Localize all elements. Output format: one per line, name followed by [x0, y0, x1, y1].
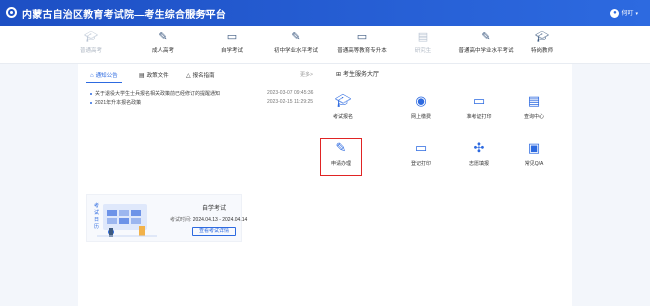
tab-guide[interactable]: △ 报名指南: [186, 71, 215, 79]
nav-item-label: 初中学业水平考试: [273, 48, 318, 54]
payment-icon: ◉: [415, 93, 427, 108]
graduation-cap-icon: 🎓︎: [334, 93, 352, 108]
service-label: 网上缴费: [410, 114, 431, 120]
graduation-cap-icon: 🎓︎: [84, 31, 98, 43]
exam-date: 考试时间: 2024.04.13 - 2024.04.14: [170, 216, 247, 223]
nav-item-label: 普通高考: [79, 48, 102, 54]
nav-item-label: 研究生: [414, 48, 432, 54]
logo-icon: [6, 7, 17, 18]
home-icon: ⌂: [178, 10, 183, 17]
more-link[interactable]: 更多>: [300, 71, 313, 78]
service-application[interactable]: ✎ 申请办理: [320, 138, 362, 176]
printer-icon: ▭: [472, 93, 486, 108]
nav-item-label: 特岗教师: [530, 48, 553, 54]
edit-icon: ✎: [291, 31, 301, 43]
nav-item-middle-school[interactable]: ✎ 初中学业水平考试: [261, 30, 331, 60]
exam-name: 自学考试: [202, 206, 227, 212]
notice-tabs: ⌂ 通知公告 ▤ 政策文件 △ 报名指南: [86, 68, 326, 82]
service-label: 准考证打印: [466, 114, 492, 120]
nav-item-special-teacher[interactable]: 🎓︎ 特岗教师: [507, 30, 577, 60]
service-label: 考试报名: [332, 114, 353, 120]
services-title-text: 考生服务大厅: [343, 72, 380, 78]
service-online-payment[interactable]: ◉ 网上缴费: [401, 92, 441, 128]
warning-icon: △: [186, 73, 191, 79]
top-bar: 内蒙古自治区教育考试院—考生综合服务平台 ⌂ 平台主页 ● 何叮 ▾: [0, 0, 650, 26]
exam-date-label: 考试时间:: [170, 217, 192, 223]
nav-item-label: 自学考试: [220, 48, 243, 54]
apps-icon: ✣: [473, 140, 485, 155]
tab-label: 报名指南: [192, 73, 215, 79]
news-item[interactable]: 2021年升本报名政策 2023-02-15 11:29:25: [90, 99, 350, 108]
document-icon: ▤: [139, 73, 145, 79]
service-query-center[interactable]: ▤ 查询中心: [514, 92, 554, 128]
chat-icon: ▣: [527, 140, 541, 155]
main-panel: ⌂ 通知公告 ▤ 政策文件 △ 报名指南 更多> 关于退役大学生士兵报名相关政策前已经…: [78, 64, 572, 306]
news-date: 2023-03-07 09:45:36: [267, 90, 314, 96]
graduation-cap-icon: 🎓︎: [535, 31, 549, 43]
user-name: 何叮: [621, 11, 634, 17]
tab-label: 政策文件: [146, 73, 169, 79]
active-tab-underline: [86, 82, 122, 83]
document-icon: ▤: [527, 93, 541, 108]
service-label: 志愿填报: [468, 161, 489, 167]
monitor-icon: ▭: [356, 31, 368, 43]
printer-icon: ▭: [414, 140, 428, 155]
service-label: 常见Q/A: [524, 161, 544, 167]
edit-icon: ✎: [158, 31, 168, 43]
service-registration-print[interactable]: ▭ 登记打印: [401, 139, 441, 175]
nav-item-self-study[interactable]: ▭ 自学考试: [197, 30, 267, 60]
view-exam-details-button[interactable]: 查看考试详情: [192, 227, 236, 236]
home-link[interactable]: ⌂ 平台主页: [178, 8, 208, 17]
service-label: 申请办理: [330, 161, 351, 167]
service-label: 查询中心: [523, 114, 544, 120]
bullet-icon: [90, 92, 92, 95]
user-menu[interactable]: ● 何叮 ▾: [610, 8, 638, 18]
chevron-down-icon: ▾: [635, 11, 638, 17]
document-icon: ▤: [417, 31, 429, 43]
monitor-icon: ▭: [226, 31, 238, 43]
home-link-label: 平台主页: [184, 11, 209, 17]
news-list: 关于退役大学生士兵报名相关政策前已经修订的提醒通知 2023-03-07 09:4…: [90, 90, 350, 108]
tab-notices[interactable]: ⌂ 通知公告: [90, 71, 118, 79]
service-volunteer-fill[interactable]: ✣ 志愿填报: [459, 139, 499, 175]
calendar-illustration-icon: [97, 204, 157, 237]
nav-item-upgrade[interactable]: ▭ 普通高等教育专升本: [327, 30, 397, 60]
tab-policies[interactable]: ▤ 政策文件: [139, 71, 169, 79]
service-label: 登记打印: [410, 161, 431, 167]
nav-item-postgraduate[interactable]: ▤ 研究生: [388, 30, 458, 60]
service-exam-registration[interactable]: 🎓︎ 考试报名: [323, 92, 363, 128]
nav-item-adult-exam[interactable]: ✎ 成人高考: [128, 30, 198, 60]
grid-icon: ⊞: [336, 72, 342, 78]
avatar-icon: ●: [610, 8, 620, 18]
services-title: ⊞ 考生服务大厅: [336, 69, 379, 78]
exam-date-value: 2024.04.13 - 2024.04.14: [192, 217, 248, 223]
nav-item-label: 成人高考: [151, 48, 174, 54]
news-title: 2021年升本报名政策: [95, 100, 142, 106]
application-edit-icon: ✎: [335, 140, 347, 155]
news-date: 2023-02-15 11:29:25: [267, 99, 314, 105]
bullet-icon: [90, 101, 92, 104]
nav-item-gaokao[interactable]: 🎓︎ 普通高考: [56, 30, 126, 60]
service-admission-ticket-print[interactable]: ▭ 准考证打印: [459, 92, 499, 128]
news-item[interactable]: 关于退役大学生士兵报名相关政策前已经修订的提醒通知 2023-03-07 09:4…: [90, 90, 350, 99]
news-title: 关于退役大学生士兵报名相关政策前已经修订的提醒通知: [95, 91, 221, 97]
exam-type-nav: 🎓︎ 普通高考 ✎ 成人高考 ▭ 自学考试 ✎ 初中学业水平考试 ▭ 普通高等教…: [0, 26, 650, 64]
tab-label: 通知公告: [95, 73, 118, 79]
service-faq[interactable]: ▣ 常见Q/A: [514, 139, 554, 175]
home-icon: ⌂: [90, 73, 94, 79]
nav-item-label: 普通高等教育专升本: [337, 48, 387, 54]
